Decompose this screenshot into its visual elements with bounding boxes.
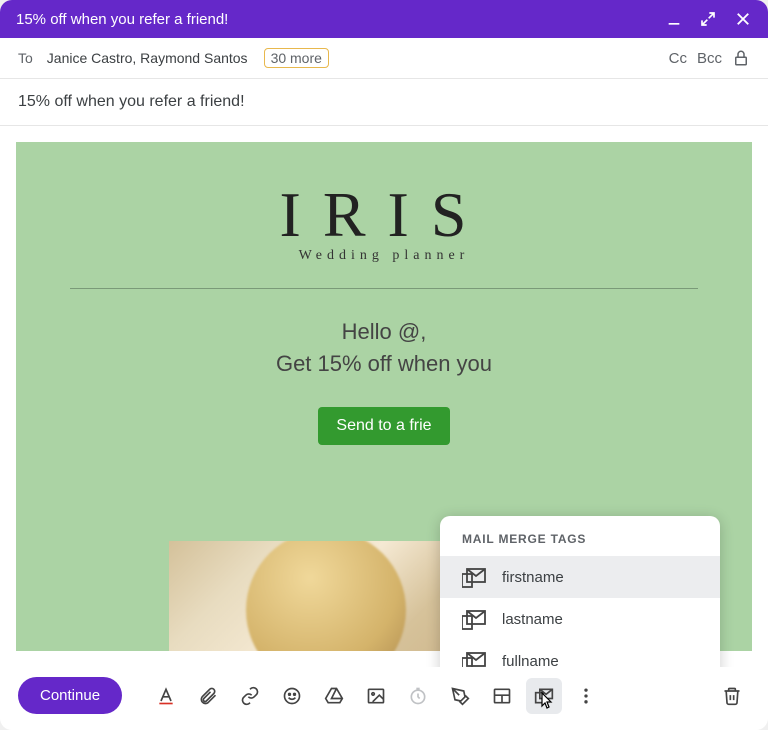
header-title: 15% off when you refer a friend! bbox=[16, 11, 228, 28]
merge-tag-icon bbox=[462, 568, 484, 586]
signature-icon[interactable] bbox=[442, 678, 478, 714]
email-body-area[interactable]: IRIS Wedding planner Hello @, Get 15% of… bbox=[0, 126, 768, 667]
compose-window: 15% off when you refer a friend! To Jani… bbox=[0, 0, 768, 730]
merge-tag-lastname[interactable]: lastname bbox=[440, 598, 720, 640]
cc-button[interactable]: Cc bbox=[669, 50, 687, 67]
subject-field[interactable]: 15% off when you refer a friend! bbox=[0, 79, 768, 126]
minimize-icon[interactable] bbox=[666, 11, 682, 27]
recipients-row[interactable]: To Janice Castro, Raymond Santos 30 more… bbox=[0, 38, 768, 79]
more-options-icon[interactable] bbox=[568, 678, 604, 714]
more-recipients-chip[interactable]: 30 more bbox=[264, 48, 329, 68]
confidential-icon[interactable] bbox=[400, 678, 436, 714]
cta-button[interactable]: Send to a frie bbox=[318, 407, 449, 445]
merge-tag-icon bbox=[462, 610, 484, 628]
mail-merge-popup: MAIL MERGE TAGS firstname lastname fulln… bbox=[440, 516, 720, 667]
bcc-button[interactable]: Bcc bbox=[697, 50, 722, 67]
brand-logo: IRIS bbox=[60, 178, 708, 252]
merge-tag-label: firstname bbox=[502, 569, 564, 586]
to-label: To bbox=[18, 50, 33, 66]
merge-tag-fullname[interactable]: fullname bbox=[440, 640, 720, 667]
expand-icon[interactable] bbox=[700, 11, 716, 27]
recipient-list[interactable]: Janice Castro, Raymond Santos bbox=[47, 50, 248, 66]
merge-tag-label: lastname bbox=[502, 611, 563, 628]
emoji-icon[interactable] bbox=[274, 678, 310, 714]
continue-button[interactable]: Continue bbox=[18, 677, 122, 714]
link-icon[interactable] bbox=[232, 678, 268, 714]
greeting-text: Hello @, bbox=[60, 319, 708, 345]
mail-merge-icon[interactable] bbox=[526, 678, 562, 714]
merge-tag-label: fullname bbox=[502, 653, 559, 668]
promo-text: Get 15% off when you bbox=[60, 351, 708, 377]
drive-icon[interactable] bbox=[316, 678, 352, 714]
lock-icon[interactable] bbox=[732, 49, 750, 67]
text-format-icon[interactable] bbox=[148, 678, 184, 714]
divider bbox=[70, 288, 698, 289]
brand-tagline: Wedding planner bbox=[60, 248, 708, 264]
trash-icon[interactable] bbox=[714, 678, 750, 714]
merge-tag-firstname[interactable]: firstname bbox=[440, 556, 720, 598]
cc-bcc-controls: Cc Bcc bbox=[669, 49, 750, 67]
layout-icon[interactable] bbox=[484, 678, 520, 714]
compose-header: 15% off when you refer a friend! bbox=[0, 0, 768, 38]
close-icon[interactable] bbox=[734, 10, 752, 28]
window-controls bbox=[666, 10, 752, 28]
image-icon[interactable] bbox=[358, 678, 394, 714]
subject-text: 15% off when you refer a friend! bbox=[18, 93, 245, 110]
attachment-icon[interactable] bbox=[190, 678, 226, 714]
popup-title: MAIL MERGE TAGS bbox=[440, 528, 720, 556]
compose-toolbar: Continue bbox=[0, 667, 768, 730]
merge-tag-icon bbox=[462, 652, 484, 667]
